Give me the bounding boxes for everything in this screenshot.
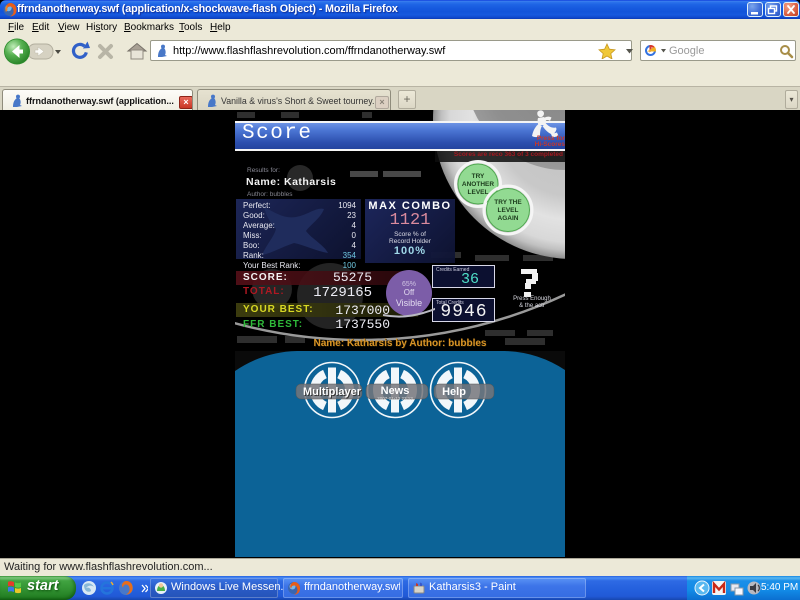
svg-text:AGAIN: AGAIN — [498, 215, 519, 222]
svg-text:LEVEL: LEVEL — [468, 189, 489, 196]
svg-text:TRY THE: TRY THE — [494, 199, 522, 206]
svg-text:Multiplayer: Multiplayer — [303, 386, 362, 398]
svg-text:Off: Off — [404, 288, 415, 297]
svg-text:LEVEL: LEVEL — [498, 207, 519, 214]
svg-text:ANOTHER: ANOTHER — [462, 181, 494, 188]
svg-text:TRY: TRY — [472, 173, 485, 180]
svg-text:2007-01-13 23:13: 2007-01-13 23:13 — [377, 396, 413, 401]
svg-text:Visible: Visible — [396, 298, 422, 308]
svg-text:65%: 65% — [402, 281, 416, 288]
svg-text:Help: Help — [442, 386, 466, 398]
